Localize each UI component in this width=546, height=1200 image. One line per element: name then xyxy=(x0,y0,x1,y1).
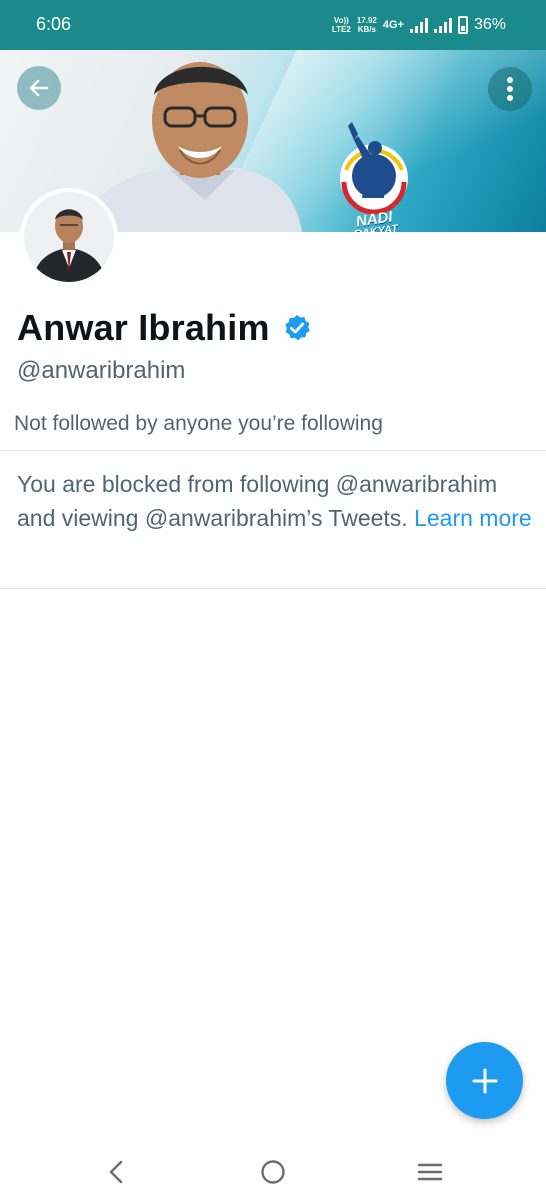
system-back-button[interactable] xyxy=(96,1152,136,1192)
divider xyxy=(0,450,546,451)
compose-tweet-button[interactable] xyxy=(446,1042,523,1119)
plus-icon xyxy=(472,1068,497,1093)
more-vertical-icon xyxy=(507,77,513,101)
profile-handle: @anwaribrahim xyxy=(17,357,186,384)
verified-badge-icon xyxy=(284,314,310,341)
system-home-button[interactable] xyxy=(253,1152,293,1192)
more-options-button[interactable] xyxy=(488,67,532,111)
display-name: Anwar Ibrahim xyxy=(17,307,270,348)
battery-icon xyxy=(457,16,468,34)
blocked-message: You are blocked from following @anwaribr… xyxy=(17,467,537,535)
arrow-left-icon xyxy=(29,79,49,97)
back-button[interactable] xyxy=(17,66,61,110)
display-name-row: Anwar Ibrahim xyxy=(17,307,312,349)
battery-percent: 36% xyxy=(473,16,506,33)
menu-lines-icon xyxy=(417,1163,443,1181)
status-indicators: Vo)) LTE2 17.92 KB/s 4G+ 36% xyxy=(332,12,506,38)
system-recents-button[interactable] xyxy=(410,1152,450,1192)
system-nav-bar xyxy=(0,1140,546,1200)
signal-1-icon xyxy=(409,17,428,33)
volte-indicator: Vo)) LTE2 xyxy=(331,16,351,34)
chevron-left-icon xyxy=(109,1160,123,1184)
followers-you-know-note: Not followed by anyone you’re following xyxy=(14,412,383,435)
avatar-portrait xyxy=(24,192,114,282)
network-speed: 17.92 KB/s xyxy=(356,16,377,34)
circle-home-icon xyxy=(261,1160,285,1184)
network-type: 4G+ xyxy=(382,19,404,31)
signal-2-icon xyxy=(433,17,452,33)
divider xyxy=(0,588,546,589)
status-time: 6:06 xyxy=(36,14,72,34)
learn-more-link[interactable]: Learn more xyxy=(414,505,532,531)
avatar[interactable] xyxy=(20,188,118,286)
status-bar: 6:06 Vo)) LTE2 17.92 KB/s 4G+ 36% xyxy=(0,0,546,50)
